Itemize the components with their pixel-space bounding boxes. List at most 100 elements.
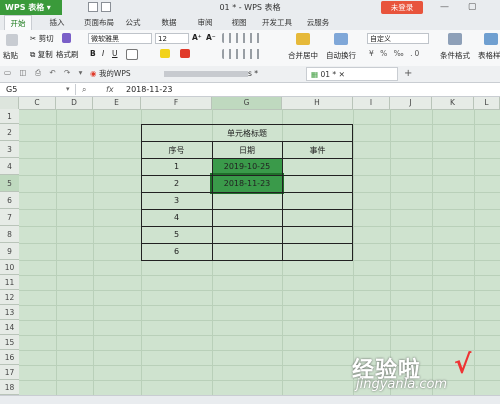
blurred-filename	[164, 71, 248, 77]
formula-input[interactable]: 2018-11-23	[126, 84, 173, 95]
row-header[interactable]: 14	[0, 320, 19, 335]
conditional-format-icon[interactable]	[448, 33, 462, 45]
table-header-cell[interactable]: 事件	[282, 145, 353, 156]
window-controls[interactable]: — ▢ ✕	[440, 0, 500, 27]
login-button[interactable]: 未登录	[381, 1, 423, 14]
close-icon[interactable]: ✕	[339, 70, 345, 79]
table-border	[141, 141, 353, 142]
table-cell[interactable]: 3	[141, 196, 212, 205]
zoom-search-icon[interactable]: ⌕	[82, 84, 86, 95]
row-header[interactable]: 13	[0, 305, 19, 320]
table-title[interactable]: 单元格标题	[141, 128, 353, 139]
table-cell[interactable]: 5	[141, 230, 212, 239]
table-cell[interactable]: 6	[141, 247, 212, 256]
grid-line	[19, 335, 500, 336]
column-header[interactable]: K	[432, 97, 474, 109]
copy-button[interactable]: ⧉ 复制	[30, 49, 53, 60]
column-header[interactable]: L	[474, 97, 500, 109]
doc-tab-mywps[interactable]: ◉ 我的WPS	[86, 67, 152, 81]
row-header[interactable]: 15	[0, 335, 19, 350]
grid-line	[432, 109, 433, 395]
tab-review[interactable]: 审阅	[192, 15, 218, 30]
table-header-cell[interactable]: 日期	[212, 145, 282, 156]
column-header[interactable]: E	[93, 97, 141, 109]
new-tab-button[interactable]: +	[404, 68, 412, 79]
row-header-selected[interactable]: 5	[0, 175, 19, 192]
font-name-select[interactable]: 微软雅黑	[88, 33, 152, 44]
row-header[interactable]: 3	[0, 141, 19, 158]
tab-start[interactable]: 开始	[4, 15, 32, 31]
tab-data[interactable]: 数据	[156, 15, 182, 30]
merge-center-button[interactable]: 合并居中	[288, 50, 318, 61]
quick-toolbar-icons[interactable]: ▭ ◫ ⎙ ↶ ↷ ▾	[4, 68, 85, 78]
number-format-icons[interactable]: ¥ % ‰ .0	[369, 49, 421, 58]
tab-page-layout[interactable]: 页面布局	[80, 15, 118, 30]
underline-button[interactable]: U	[112, 49, 118, 58]
wrap-text-icon[interactable]	[334, 33, 348, 45]
doc-tab-01[interactable]: ▦ 01 * ✕	[306, 67, 398, 81]
fx-icon[interactable]: fx	[106, 84, 114, 95]
row-header[interactable]: 17	[0, 365, 19, 380]
table-header-cell[interactable]: 序号	[141, 145, 212, 156]
conditional-format-button[interactable]: 条件格式	[440, 50, 470, 61]
paste-icon[interactable]	[6, 34, 18, 46]
table-cell[interactable]: 2018-11-23	[212, 179, 282, 188]
bold-button[interactable]: B	[90, 49, 96, 58]
wrap-text-button[interactable]: 自动换行	[326, 50, 356, 61]
table-cell[interactable]: 2	[141, 179, 212, 188]
grow-font-button[interactable]: A⁺	[192, 33, 202, 42]
fill-color-icon[interactable]	[160, 49, 170, 58]
row-header[interactable]: 4	[0, 158, 19, 175]
row-header[interactable]: 9	[0, 243, 19, 260]
tab-formula[interactable]: 公式	[120, 15, 146, 30]
cell-reference-box[interactable]: G5	[2, 84, 76, 95]
align-icons[interactable]	[222, 33, 264, 43]
row-header[interactable]: 1	[0, 109, 19, 124]
paste-button[interactable]: 粘贴	[3, 50, 18, 61]
table-border	[141, 192, 353, 193]
row-header[interactable]: 18	[0, 380, 19, 395]
table-cell[interactable]: 1	[141, 162, 212, 171]
table-cell[interactable]: 4	[141, 213, 212, 222]
row-header[interactable]: 8	[0, 226, 19, 243]
row-header[interactable]: 11	[0, 275, 19, 290]
row-header[interactable]: 12	[0, 290, 19, 305]
grid-line	[19, 350, 500, 351]
table-style-icon[interactable]	[484, 33, 498, 45]
table-border	[141, 158, 353, 159]
tab-cloud[interactable]: 云服务	[302, 15, 334, 30]
font-size-select[interactable]: 12	[155, 33, 189, 44]
row-header[interactable]: 16	[0, 350, 19, 365]
merge-center-icon[interactable]	[296, 33, 310, 45]
table-cell[interactable]: 2019-10-25	[212, 162, 282, 171]
format-painter-icon[interactable]	[62, 33, 71, 43]
column-header[interactable]: H	[282, 97, 353, 109]
column-header[interactable]: D	[56, 97, 93, 109]
column-header[interactable]: C	[19, 97, 56, 109]
indent-icons[interactable]	[222, 49, 264, 59]
tab-view[interactable]: 视图	[226, 15, 252, 30]
chevron-down-icon[interactable]: ▾	[66, 84, 70, 95]
select-all-corner[interactable]	[0, 97, 19, 109]
number-format-select[interactable]: 自定义	[367, 33, 429, 44]
cut-label: 剪切	[38, 34, 54, 43]
tab-developer[interactable]: 开发工具	[258, 15, 296, 30]
column-header[interactable]: J	[390, 97, 432, 109]
border-icon[interactable]	[126, 49, 138, 60]
column-header[interactable]: I	[353, 97, 390, 109]
table-style-button[interactable]: 表格样式	[478, 50, 500, 61]
column-header[interactable]: F	[141, 97, 212, 109]
row-header[interactable]: 6	[0, 192, 19, 209]
tab-insert[interactable]: 插入	[44, 15, 70, 30]
row-header[interactable]: 10	[0, 260, 19, 275]
shrink-font-button[interactable]: A⁻	[206, 33, 216, 42]
cut-button[interactable]: ✂ 剪切	[30, 33, 54, 44]
doc-tab-blurred[interactable]: s *	[160, 67, 302, 81]
font-color-icon[interactable]	[180, 49, 190, 58]
row-header[interactable]: 2	[0, 124, 19, 141]
row-header[interactable]: 7	[0, 209, 19, 226]
copy-label: 复制	[37, 50, 53, 59]
italic-button[interactable]: I	[102, 49, 104, 58]
format-painter-button[interactable]: 格式刷	[56, 49, 79, 60]
column-header-selected[interactable]: G	[212, 97, 282, 109]
